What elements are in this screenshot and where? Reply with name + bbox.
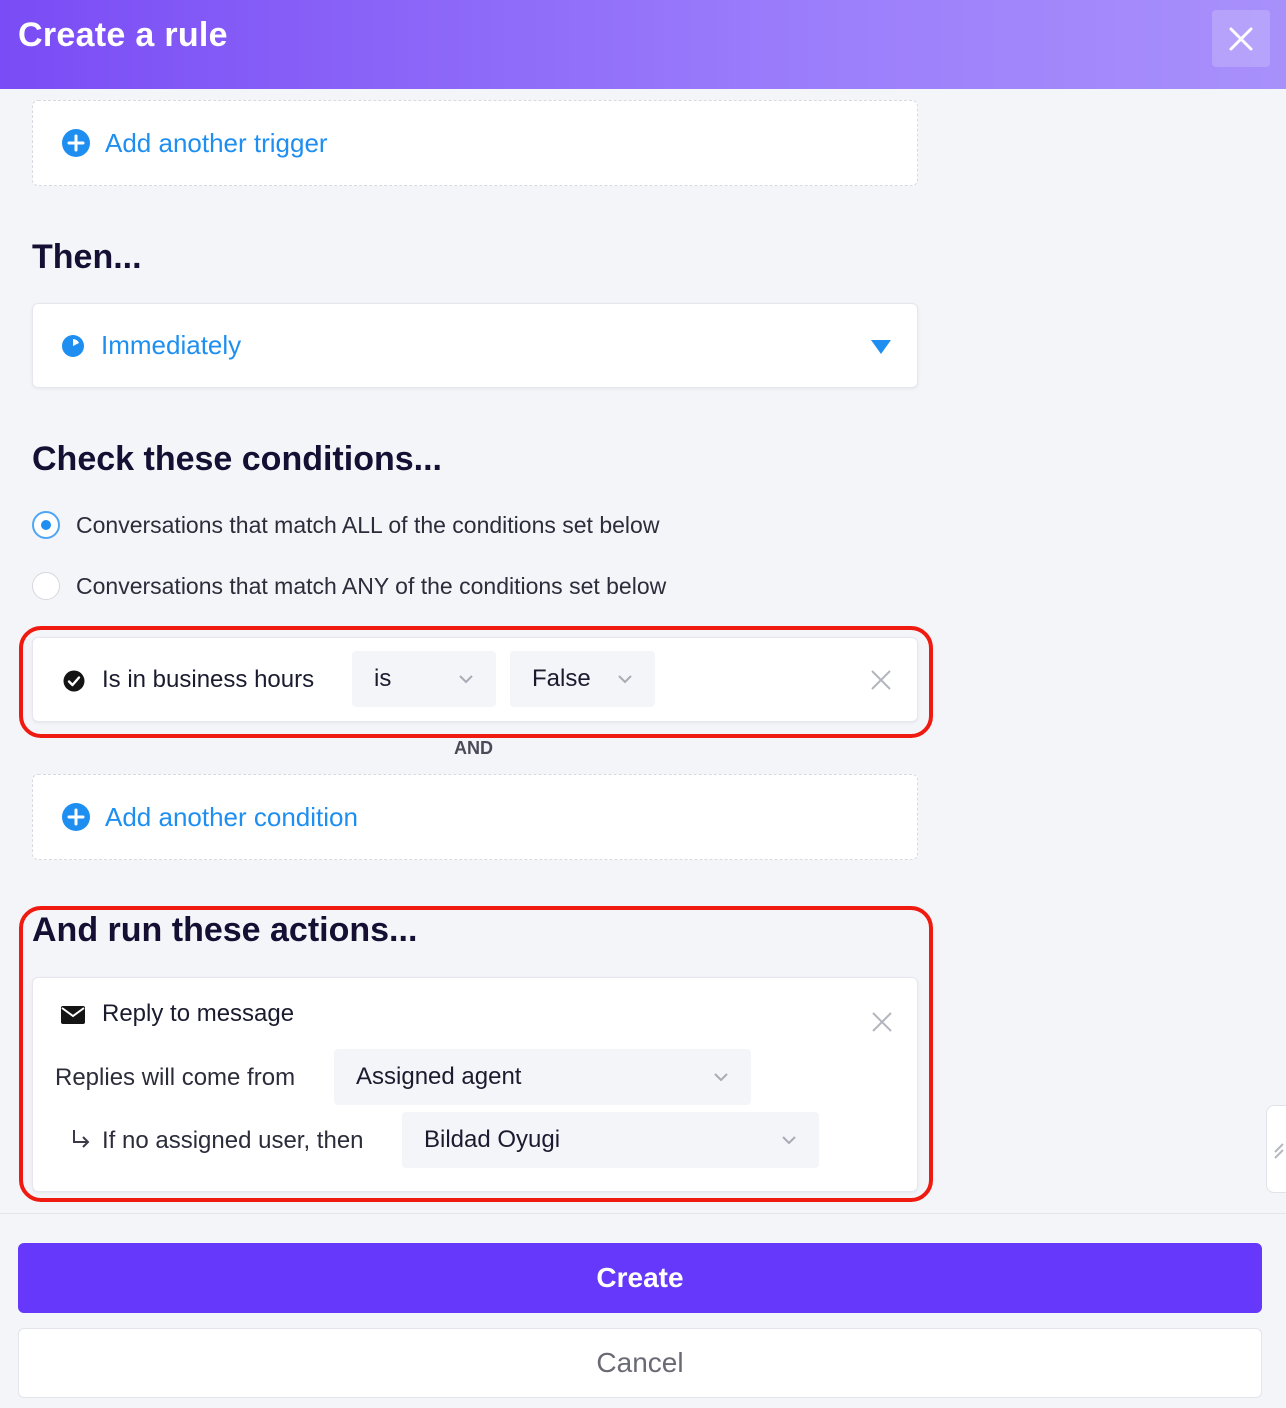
fallback-user-select[interactable]: Bildad Oyugi (402, 1112, 819, 1168)
match-any-label: Conversations that match ANY of the cond… (76, 572, 667, 599)
close-button[interactable] (1212, 10, 1270, 67)
match-any-option[interactable]: Conversations that match ANY of the cond… (32, 572, 666, 600)
chevron-down-icon (459, 675, 473, 684)
fallback-user-value: Bildad Oyugi (424, 1126, 561, 1153)
chevron-down-icon (714, 1073, 728, 1082)
close-icon (1229, 27, 1253, 50)
envelope-icon (61, 1006, 85, 1024)
reply-from-label: Replies will come from (55, 1064, 296, 1091)
action-type: Reply to message (102, 1000, 295, 1027)
condition-joiner: AND (454, 738, 493, 758)
modal-header: Create a rule (0, 0, 1286, 89)
chevron-down-icon (782, 1136, 796, 1145)
add-condition-button[interactable]: Add another condition (32, 774, 918, 860)
add-trigger-label: Add another trigger (105, 127, 328, 158)
match-all-label: Conversations that match ALL of the cond… (76, 511, 660, 538)
condition-value-select[interactable]: False (510, 651, 655, 707)
cancel-button[interactable]: Cancel (18, 1328, 1262, 1398)
condition-operator-value: is (374, 665, 392, 692)
then-heading: Then... (32, 238, 142, 276)
conditions-heading: Check these conditions... (32, 440, 442, 478)
plus-circle-icon (62, 803, 90, 831)
chevron-icon (1274, 1143, 1284, 1159)
return-arrow-icon (73, 1130, 90, 1148)
condition-value: False (532, 665, 591, 692)
chevron-down-icon (618, 675, 632, 684)
add-condition-label: Add another condition (105, 801, 358, 832)
match-all-radio[interactable] (32, 511, 60, 539)
clock-icon (62, 334, 84, 357)
fallback-label: If no assigned user, then (102, 1127, 364, 1154)
match-any-radio[interactable] (32, 572, 60, 600)
modal-title: Create a rule (18, 16, 228, 54)
check-badge-icon (63, 670, 85, 692)
condition-operator-select[interactable]: is (352, 651, 496, 707)
match-all-option[interactable]: Conversations that match ALL of the cond… (32, 511, 659, 539)
timing-select[interactable]: Immediately (32, 303, 918, 388)
plus-circle-icon (62, 129, 90, 157)
add-trigger-button[interactable]: Add another trigger (32, 100, 918, 186)
condition-field: Is in business hours (102, 666, 315, 693)
actions-heading: And run these actions... (32, 911, 418, 949)
reply-from-select[interactable]: Assigned agent (334, 1049, 751, 1105)
remove-action-icon[interactable] (871, 1011, 893, 1033)
timing-value: Immediately (101, 330, 242, 360)
side-widget-tab[interactable] (1266, 1105, 1286, 1193)
create-button[interactable]: Create (18, 1243, 1262, 1313)
reply-from-value: Assigned agent (356, 1063, 522, 1090)
caret-down-icon (871, 340, 891, 354)
remove-condition-icon[interactable] (870, 669, 892, 691)
